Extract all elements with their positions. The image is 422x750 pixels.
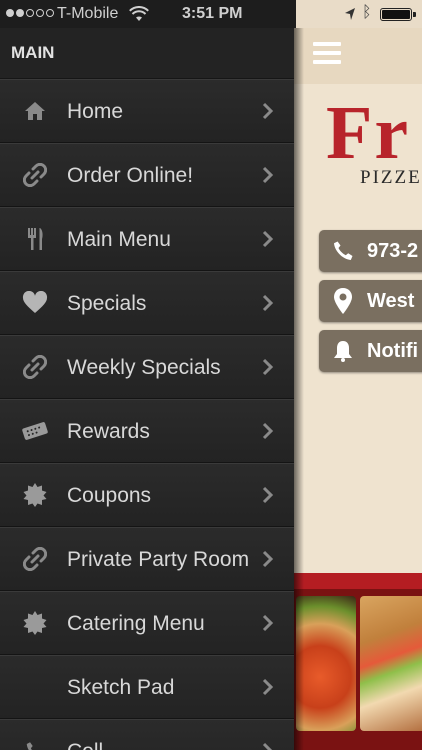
sidebar-item-rewards[interactable]: Rewards (0, 399, 294, 463)
hamburger-menu-icon[interactable] (313, 42, 341, 64)
battery-icon (380, 8, 412, 21)
top-bar (294, 28, 422, 84)
sidebar-item-label: Coll (67, 739, 254, 750)
heart-icon (20, 288, 50, 318)
sidebar-item-label: Weekly Specials (67, 355, 221, 379)
sidebar-item-label: Order Online! (67, 163, 194, 187)
food-banner (294, 573, 422, 750)
chevron-right-icon (262, 294, 274, 312)
chevron-right-icon (262, 230, 274, 248)
sidebar-item-label: Coupons (67, 483, 152, 507)
map-pin-icon (329, 287, 357, 315)
home-icon (20, 96, 50, 126)
sidebar-item-label: Specials (67, 291, 147, 315)
battery-tip (413, 12, 416, 17)
badge-icon (20, 608, 50, 638)
notifications-button-label: Notifi (367, 340, 419, 362)
chevron-right-icon (262, 422, 274, 440)
ticket-icon (20, 416, 50, 446)
chevron-right-icon (262, 486, 274, 504)
brand-logo-title: Fr (326, 91, 411, 175)
notifications-button[interactable]: Notifi (319, 330, 422, 372)
bell-icon (329, 337, 357, 365)
sidebar-item-label: Home (67, 99, 124, 123)
sidebar-shadow (294, 28, 304, 750)
sidebar-item-catering-menu[interactable]: Catering Menu (0, 591, 294, 655)
chevron-right-icon (262, 358, 274, 376)
sidebar-item-order-online[interactable]: Order Online! (0, 143, 294, 207)
sandwich-image (360, 596, 422, 731)
carrier-name: T-Mobile (57, 5, 119, 22)
main-content: Fr PIZZE 973-2 West Notifi (294, 28, 422, 750)
location-button-label: West (367, 290, 415, 312)
sidebar-item-specials[interactable]: Specials (0, 271, 294, 335)
link-icon (20, 544, 50, 574)
badge-icon (20, 480, 50, 510)
link-icon (20, 160, 50, 190)
chevron-right-icon (262, 678, 274, 696)
side-menu: MAIN Home Order Online! Main Menu Specia… (0, 28, 294, 750)
link-icon (20, 352, 50, 382)
status-bar: T-Mobile 3:51 PM ᛒ (0, 0, 422, 28)
sidebar-item-call[interactable]: Coll (0, 719, 294, 750)
sidebar-item-label: Sketch Pad (67, 675, 175, 699)
phone-icon (329, 237, 357, 265)
location-button[interactable]: West (319, 280, 422, 322)
chevron-right-icon (262, 550, 274, 568)
sidebar-item-private-party-room[interactable]: Private Party Room (0, 527, 294, 591)
sidebar-header: MAIN (0, 28, 294, 79)
pizza-image (296, 596, 356, 731)
status-time: 3:51 PM (182, 5, 243, 22)
bluetooth-icon: ᛒ (362, 4, 372, 21)
sidebar-item-sketch-pad[interactable]: Sketch Pad (0, 655, 294, 719)
sidebar-item-label: Private Party Room (67, 547, 250, 571)
sidebar-item-main-menu[interactable]: Main Menu (0, 207, 294, 271)
sidebar-item-label: Rewards (67, 419, 150, 443)
signal-strength-icon (6, 9, 54, 17)
sidebar-item-home[interactable]: Home (0, 79, 294, 143)
call-button-label: 973-2 (367, 240, 419, 262)
call-button[interactable]: 973-2 (319, 230, 422, 272)
chevron-right-icon (262, 102, 274, 120)
brand-logo-subtitle: PIZZE (360, 167, 422, 188)
location-arrow-icon (345, 8, 355, 20)
fork-knife-icon (20, 224, 50, 254)
sidebar-item-label: Main Menu (67, 227, 171, 251)
wifi-icon (129, 6, 149, 21)
banner-strip (294, 573, 422, 589)
sidebar-item-coupons[interactable]: Coupons (0, 463, 294, 527)
chevron-right-icon (262, 166, 274, 184)
sidebar-item-weekly-specials[interactable]: Weekly Specials (0, 335, 294, 399)
chevron-right-icon (262, 742, 273, 750)
sidebar-item-label: Catering Menu (67, 611, 205, 635)
chevron-right-icon (262, 614, 274, 632)
phone-icon (20, 736, 50, 750)
